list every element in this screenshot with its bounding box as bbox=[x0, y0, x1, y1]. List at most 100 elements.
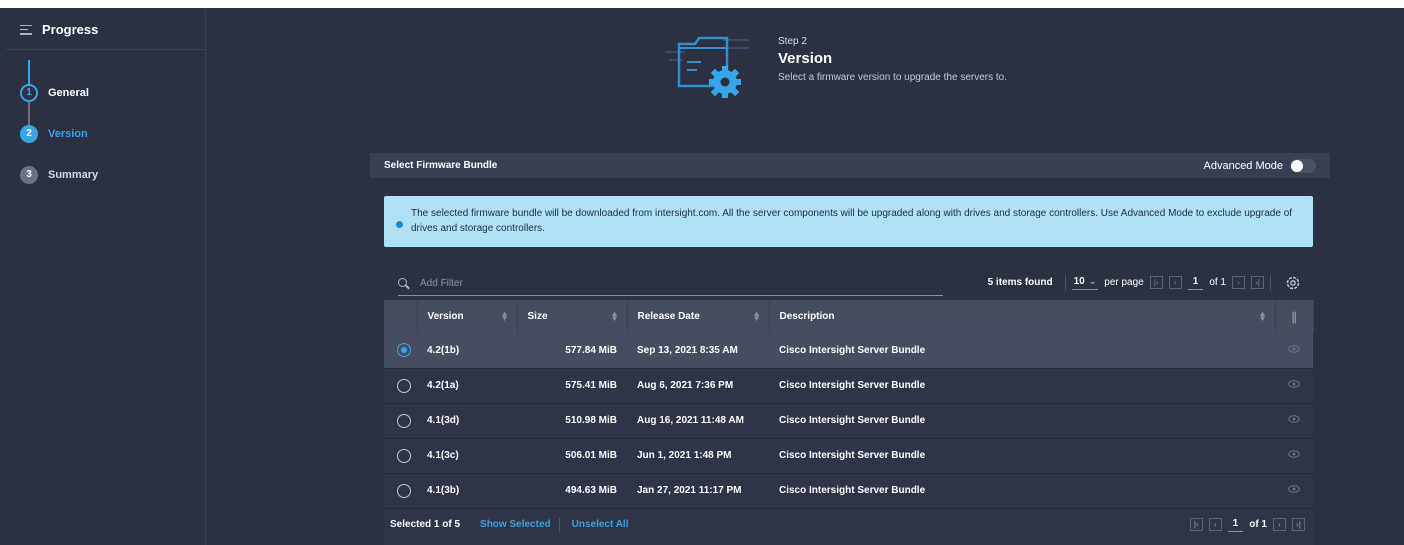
row-radio[interactable] bbox=[397, 413, 411, 428]
step-summary[interactable]: 3 Summary bbox=[20, 154, 205, 195]
advanced-mode-label: Advanced Mode bbox=[1203, 159, 1284, 172]
per-page-value: 10 bbox=[1073, 275, 1085, 287]
row-radio[interactable] bbox=[397, 483, 411, 498]
select-column-header bbox=[384, 300, 418, 333]
first-page-icon[interactable]: |‹ bbox=[1189, 518, 1203, 531]
step-connector bbox=[28, 101, 30, 125]
info-banner: The selected firmware bundle will be dow… bbox=[384, 196, 1313, 247]
step-label: Summary bbox=[48, 168, 99, 181]
column-header-description[interactable]: Description ▲ ▼ bbox=[769, 300, 1276, 333]
sidebar-title: Progress bbox=[42, 22, 99, 37]
page-subtitle: Select a firmware version to upgrade the… bbox=[778, 72, 1007, 83]
date-cell: Jan 27, 2021 11:17 PM bbox=[637, 485, 742, 496]
sidebar-header: Progress bbox=[6, 10, 205, 50]
version-cell: 4.1(3d) bbox=[427, 415, 460, 426]
table-header-row: Version ▲ ▼ Size ▲ ▼ Release Date ▲ ▼ Descript… bbox=[384, 300, 1314, 333]
sort-icon[interactable]: ▲ ▼ bbox=[501, 310, 509, 323]
eye-icon[interactable] bbox=[1288, 450, 1300, 458]
row-radio[interactable] bbox=[397, 378, 411, 393]
description-cell: Cisco Intersight Server Bundle bbox=[779, 485, 926, 496]
eye-icon[interactable] bbox=[1288, 380, 1300, 388]
divider bbox=[558, 517, 560, 532]
size-cell: 506.01 MiB bbox=[565, 450, 617, 461]
table-row[interactable]: 4.1(3d) 510.98 MiB Aug 16, 2021 11:48 AM… bbox=[384, 403, 1313, 438]
top-edge bbox=[0, 0, 1404, 8]
bundle-section-label: Select Firmware Bundle bbox=[384, 160, 498, 171]
column-header-size[interactable]: Size ▲ ▼ bbox=[517, 300, 628, 333]
sort-icon[interactable]: ▲ ▼ bbox=[753, 310, 761, 323]
date-cell: Aug 6, 2021 7:36 PM bbox=[637, 380, 734, 391]
column-header-release-date[interactable]: Release Date ▲ ▼ bbox=[627, 300, 770, 333]
step-header: Step 2 Version Select a firmware version… bbox=[778, 36, 1007, 83]
advanced-mode: Advanced Mode bbox=[1203, 158, 1316, 173]
column-header-version[interactable]: Version ▲ ▼ bbox=[417, 300, 518, 333]
settings-gear-icon[interactable] bbox=[1285, 275, 1301, 291]
items-found: 5 items found bbox=[987, 277, 1053, 288]
page-number-input[interactable]: 1 bbox=[1187, 276, 1204, 290]
per-page-select[interactable]: 10 ⌄ bbox=[1071, 275, 1099, 290]
table-toolbar: 5 items found 10 ⌄ per page |‹ ‹ 1 of 1 … bbox=[384, 265, 1313, 300]
show-selected-link[interactable]: Show Selected bbox=[480, 519, 551, 530]
table-row[interactable]: 4.2(1a) 575.41 MiB Aug 6, 2021 7:36 PM C… bbox=[384, 368, 1313, 403]
next-page-icon[interactable]: › bbox=[1273, 518, 1286, 531]
description-cell: Cisco Intersight Server Bundle bbox=[779, 415, 926, 426]
chevron-down-icon: ⌄ bbox=[1088, 275, 1097, 286]
description-cell: Cisco Intersight Server Bundle bbox=[779, 380, 926, 391]
firmware-grid: Version ▲ ▼ Size ▲ ▼ Release Date ▲ ▼ Descript… bbox=[384, 300, 1314, 509]
selected-count: Selected 1 of 5 bbox=[390, 519, 461, 530]
table-row[interactable]: 4.2(1b) 577.84 MiB Sep 13, 2021 8:35 AM … bbox=[384, 333, 1313, 368]
firmware-folder-gear-icon bbox=[665, 36, 749, 98]
date-cell: Jun 1, 2021 1:48 PM bbox=[637, 450, 732, 461]
divider bbox=[1270, 274, 1271, 291]
firmware-bundle-bar: Select Firmware Bundle Advanced Mode bbox=[370, 153, 1330, 178]
description-cell: Cisco Intersight Server Bundle bbox=[779, 450, 926, 461]
next-page-icon[interactable]: › bbox=[1232, 276, 1245, 289]
table-footer: Selected 1 of 5 Show Selected Unselect A… bbox=[384, 508, 1313, 541]
table-row[interactable]: 4.1(3b) 494.63 MiB Jan 27, 2021 11:17 PM… bbox=[384, 473, 1313, 508]
last-page-icon[interactable]: ›| bbox=[1251, 276, 1264, 289]
step-general[interactable]: 1 General bbox=[20, 72, 205, 113]
progress-sidebar: Progress 1 General 2 Version 3 Summary bbox=[6, 10, 206, 545]
column-label: Size bbox=[527, 311, 548, 322]
step-version[interactable]: 2 Version bbox=[20, 113, 205, 154]
eye-icon[interactable] bbox=[1288, 485, 1300, 493]
info-text: The selected firmware bundle will be dow… bbox=[411, 208, 1293, 234]
per-page-label: per page bbox=[1104, 277, 1144, 288]
step-label: Version bbox=[48, 127, 88, 140]
step-number: 3 bbox=[20, 165, 38, 184]
size-cell: 575.41 MiB bbox=[565, 380, 617, 391]
prev-page-icon[interactable]: ‹ bbox=[1208, 518, 1222, 531]
size-cell: 494.63 MiB bbox=[565, 485, 617, 496]
step-label: General bbox=[48, 86, 89, 99]
date-cell: Aug 16, 2021 11:48 AM bbox=[637, 415, 744, 426]
row-radio[interactable] bbox=[397, 448, 411, 463]
top-pager: 5 items found 10 ⌄ per page |‹ ‹ 1 of 1 … bbox=[988, 265, 1301, 300]
eye-icon[interactable] bbox=[1288, 415, 1300, 423]
version-cell: 4.1(3c) bbox=[427, 450, 459, 461]
last-page-icon[interactable]: ›| bbox=[1292, 518, 1305, 531]
column-label: Release Date bbox=[637, 311, 700, 322]
bottom-pager: |‹ ‹ 1 of 1 › ›| bbox=[1189, 509, 1305, 541]
info-icon bbox=[396, 221, 403, 228]
page-of: of 1 bbox=[1209, 277, 1226, 288]
step-connector bbox=[28, 60, 30, 84]
divider bbox=[1064, 274, 1066, 291]
sort-icon[interactable]: ▲ ▼ bbox=[1259, 310, 1267, 323]
description-cell: Cisco Intersight Server Bundle bbox=[779, 344, 926, 356]
size-cell: 510.98 MiB bbox=[565, 415, 617, 426]
size-cell: 577.84 MiB bbox=[565, 344, 617, 356]
prev-page-icon[interactable]: ‹ bbox=[1168, 276, 1182, 289]
filter-input[interactable] bbox=[420, 278, 900, 289]
unselect-all-link[interactable]: Unselect All bbox=[572, 519, 629, 530]
row-radio[interactable] bbox=[397, 343, 411, 358]
firmware-table: 5 items found 10 ⌄ per page |‹ ‹ 1 of 1 … bbox=[384, 265, 1314, 545]
column-settings-header[interactable]: ∥ bbox=[1275, 300, 1314, 333]
eye-icon[interactable] bbox=[1288, 345, 1300, 353]
first-page-icon[interactable]: |‹ bbox=[1149, 276, 1163, 289]
advanced-mode-toggle[interactable] bbox=[1290, 158, 1316, 173]
sort-icon[interactable]: ▲ ▼ bbox=[611, 310, 619, 323]
table-row[interactable]: 4.1(3c) 506.01 MiB Jun 1, 2021 1:48 PM C… bbox=[384, 438, 1313, 473]
list-icon[interactable] bbox=[20, 24, 32, 35]
page-number-input[interactable]: 1 bbox=[1227, 518, 1244, 532]
page-of: of 1 bbox=[1249, 519, 1267, 530]
